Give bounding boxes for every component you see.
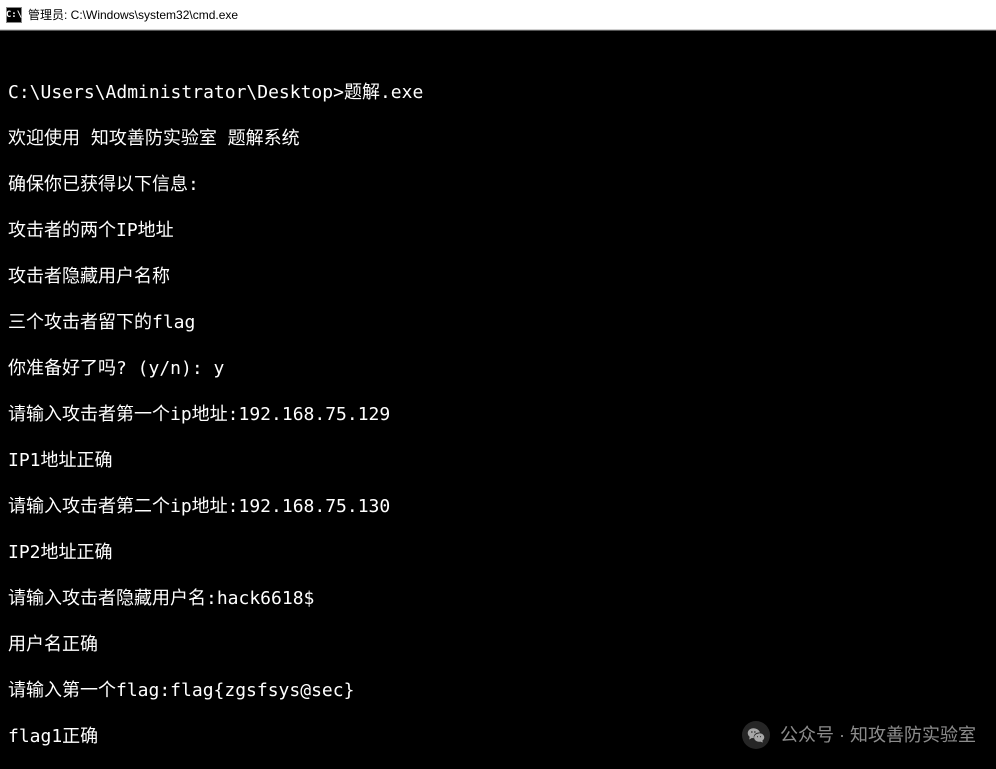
terminal-line: 请输入第一个flag:flag{zgsfsys@sec} [8,679,988,702]
terminal-line: 你准备好了吗? (y/n): y [8,357,988,380]
cmd-icon: C:\ [6,7,22,23]
terminal-line: flag1正确 [8,725,988,748]
terminal-area[interactable]: C:\Users\Administrator\Desktop>题解.exe 欢迎… [0,30,996,769]
terminal-line: 三个攻击者留下的flag [8,311,988,334]
terminal-line: 用户名正确 [8,633,988,656]
terminal-line: C:\Users\Administrator\Desktop>题解.exe [8,81,988,104]
terminal-line: 攻击者隐藏用户名称 [8,265,988,288]
terminal-line: 请输入攻击者第二个ip地址:192.168.75.130 [8,495,988,518]
window-title: 管理员: C:\Windows\system32\cmd.exe [28,6,990,23]
terminal-line: 欢迎使用 知攻善防实验室 题解系统 [8,127,988,150]
terminal-line: 攻击者的两个IP地址 [8,219,988,242]
terminal-line: IP1地址正确 [8,449,988,472]
terminal-line: 请输入攻击者第一个ip地址:192.168.75.129 [8,403,988,426]
terminal-line: 确保你已获得以下信息: [8,173,988,196]
terminal-line: IP2地址正确 [8,541,988,564]
terminal-line: 请输入攻击者隐藏用户名:hack6618$ [8,587,988,610]
window-title-bar[interactable]: C:\ 管理员: C:\Windows\system32\cmd.exe [0,0,996,30]
